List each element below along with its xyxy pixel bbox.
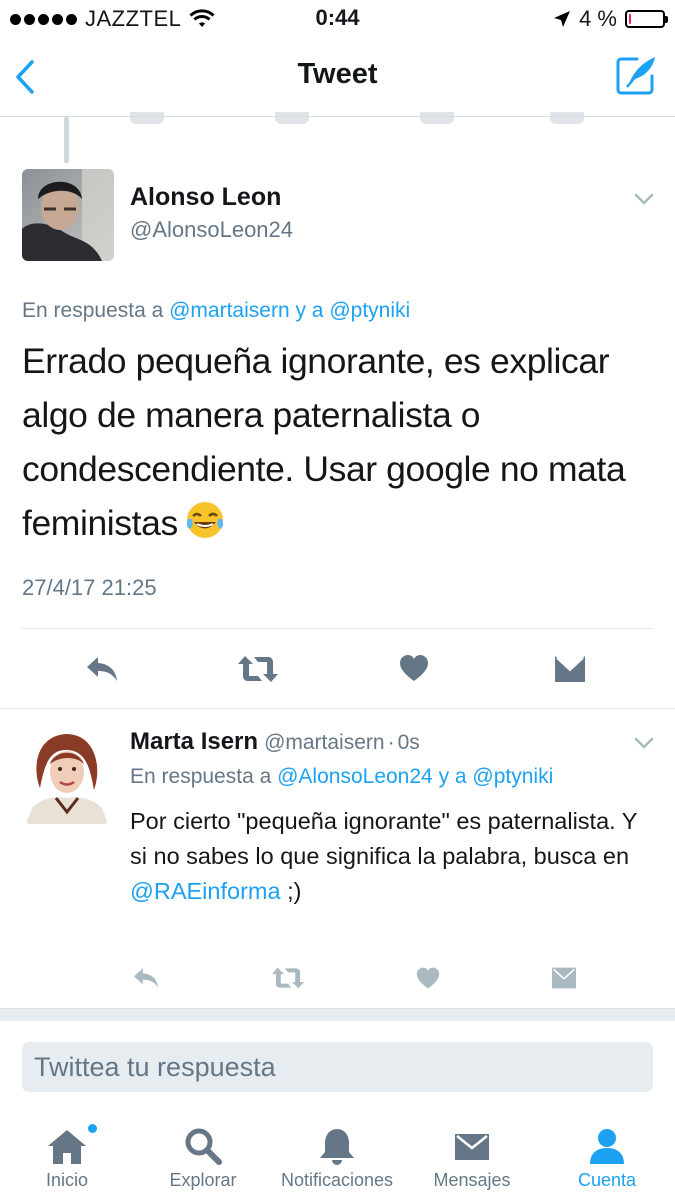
mention-link[interactable]: @AlonsoLeon24 <box>277 765 433 788</box>
mention-link[interactable]: @RAEinforma <box>130 878 281 904</box>
tweet-body: Errado pequeña ignorante, es explicar al… <box>22 341 626 543</box>
page-title: Tweet <box>297 58 378 90</box>
mention-link[interactable]: @ptyniki <box>329 299 410 322</box>
author-name[interactable]: Alonso Leon <box>130 183 281 212</box>
reply-input[interactable] <box>22 1042 653 1092</box>
retweet-button[interactable] <box>270 966 306 990</box>
reply-context: En respuesta a @AlonsoLeon24 y a @ptynik… <box>130 765 553 789</box>
thread-connector-line <box>64 117 69 163</box>
location-arrow-icon <box>554 11 571 27</box>
tab-label: Explorar <box>169 1170 237 1190</box>
reply-context-prefix: En respuesta a <box>22 299 164 322</box>
tears-of-joy-emoji-icon <box>184 499 226 556</box>
reply-context-and: y a <box>438 765 467 788</box>
reply-author-handle[interactable]: @martaisern <box>264 731 385 754</box>
battery-percent: 4 % <box>579 6 617 31</box>
reply-body: Por cierto "pequeña ignorante" es patern… <box>130 808 638 869</box>
retweet-button[interactable] <box>236 654 280 684</box>
reply-body-end: ;) <box>280 878 302 904</box>
tab-label: Cuenta <box>577 1170 637 1190</box>
tab-label: Inicio <box>45 1170 89 1190</box>
tab-mensajes[interactable]: Mensajes <box>420 1110 524 1200</box>
reply-author-avatar[interactable] <box>26 728 108 824</box>
bell-icon <box>320 1129 354 1165</box>
previous-tweet-actions <box>120 112 590 126</box>
reply-button[interactable] <box>131 966 161 990</box>
reply-author-name[interactable]: Marta Isern <box>130 728 258 755</box>
mail-icon <box>455 1134 489 1160</box>
tweet-timestamp: 27/4/17 21:25 <box>22 575 157 600</box>
reply-options-chevron-icon[interactable] <box>634 737 654 749</box>
tweet-actions <box>0 640 675 696</box>
author-avatar[interactable] <box>22 169 114 261</box>
divider <box>0 708 675 709</box>
person-icon <box>590 1129 624 1164</box>
compose-tweet-button[interactable] <box>615 54 657 96</box>
reply-context-and: y a <box>295 299 324 322</box>
like-button[interactable] <box>398 653 430 683</box>
author-handle[interactable]: @AlonsoLeon24 <box>130 217 293 243</box>
tab-inicio[interactable]: Inicio <box>12 1110 122 1200</box>
tab-notificaciones[interactable]: Notificaciones <box>270 1110 404 1200</box>
like-button[interactable] <box>415 966 441 990</box>
reply-header: Marta Isern @martaisern · 0s <box>130 728 420 756</box>
navigation-bar: Tweet <box>0 40 675 117</box>
section-separator <box>0 1008 675 1021</box>
mention-link[interactable]: @martaisern <box>169 299 290 322</box>
home-icon <box>48 1130 86 1164</box>
meta-separator: · <box>387 731 395 754</box>
tab-cuenta[interactable]: Cuenta <box>554 1110 660 1200</box>
notification-dot <box>88 1124 97 1133</box>
tab-explorar[interactable]: Explorar <box>148 1110 258 1200</box>
search-icon <box>185 1128 222 1165</box>
battery-icon <box>625 10 668 28</box>
battery-area: 4 % <box>553 5 668 33</box>
direct-message-button[interactable] <box>550 966 578 990</box>
tweet-options-chevron-icon[interactable] <box>634 193 654 205</box>
reply-context: En respuesta a @martaisern y a @ptyniki <box>22 299 410 323</box>
reply-time: 0s <box>397 731 420 754</box>
reply-actions <box>0 958 675 998</box>
reply-context-prefix: En respuesta a <box>130 765 272 788</box>
tab-label: Mensajes <box>433 1170 511 1190</box>
direct-message-button[interactable] <box>553 654 587 684</box>
reply-button[interactable] <box>84 654 120 684</box>
mention-link[interactable]: @ptyniki <box>472 765 553 788</box>
tab-label: Notificaciones <box>280 1170 394 1190</box>
tweet-text: Errado pequeña ignorante, es explicar al… <box>22 334 662 556</box>
tab-bar: Inicio Explorar Notificaciones Mensajes … <box>0 1110 675 1200</box>
divider <box>22 628 653 629</box>
status-bar: JAZZTEL 0:44 4 % <box>0 0 675 40</box>
reply-text: Por cierto "pequeña ignorante" es patern… <box>130 804 650 909</box>
